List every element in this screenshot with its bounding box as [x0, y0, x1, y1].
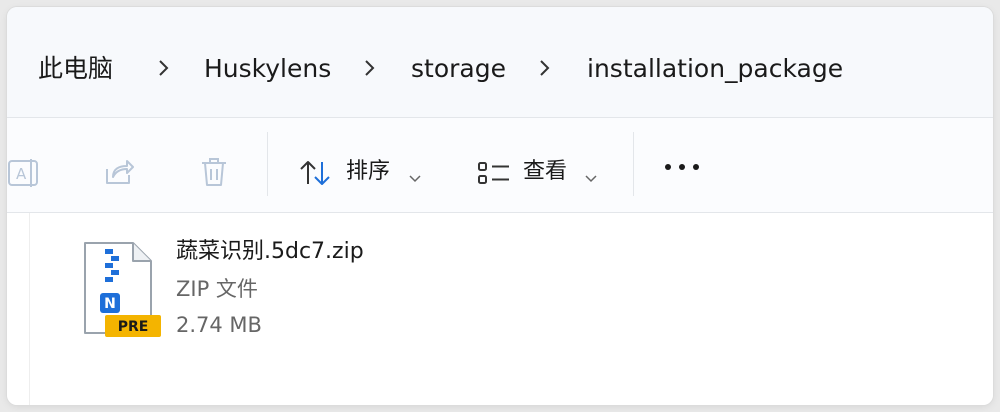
file-size: 2.74 MB: [176, 313, 262, 337]
view-icon[interactable]: [477, 160, 511, 190]
more-icon[interactable]: [665, 164, 701, 172]
view-button-label[interactable]: 查看: [523, 158, 567, 186]
breadcrumb: 此电脑 Huskylens storage installation_packa…: [7, 7, 993, 117]
pre-badge: PRE: [118, 319, 149, 335]
delete-icon[interactable]: [199, 156, 229, 192]
breadcrumb-item-storage[interactable]: storage: [411, 51, 506, 87]
file-name[interactable]: 蔬菜识别.5dc7.zip: [176, 237, 364, 267]
breadcrumb-item-huskylens[interactable]: Huskylens: [204, 51, 331, 87]
chevron-down-icon[interactable]: [585, 168, 597, 187]
chevron-right-icon[interactable]: [360, 57, 378, 79]
zip-file-icon: N PRE: [81, 241, 163, 337]
file-list: N PRE 蔬菜识别.5dc7.zip ZIP 文件 2.74 MB: [7, 213, 993, 405]
command-bar: A 排序 查看: [7, 118, 993, 212]
chevron-right-icon[interactable]: [154, 57, 172, 79]
file-explorer-window: 此电脑 Huskylens storage installation_packa…: [7, 7, 993, 405]
file-type: ZIP 文件: [176, 277, 258, 301]
rename-icon[interactable]: A: [7, 158, 41, 192]
navigation-pane-edge: [29, 213, 30, 405]
chevron-right-icon[interactable]: [535, 57, 553, 79]
toolbar-divider: [267, 132, 268, 196]
breadcrumb-item-this-pc[interactable]: 此电脑: [38, 51, 113, 87]
svg-text:A: A: [16, 165, 27, 183]
toolbar-divider: [633, 132, 634, 196]
file-icon-letter: N: [104, 296, 116, 312]
share-icon[interactable]: [103, 157, 135, 191]
sort-icon[interactable]: [298, 158, 334, 192]
chevron-down-icon[interactable]: [409, 168, 421, 187]
sort-button-label[interactable]: 排序: [346, 158, 390, 186]
breadcrumb-item-installation-package[interactable]: installation_package: [587, 51, 843, 87]
